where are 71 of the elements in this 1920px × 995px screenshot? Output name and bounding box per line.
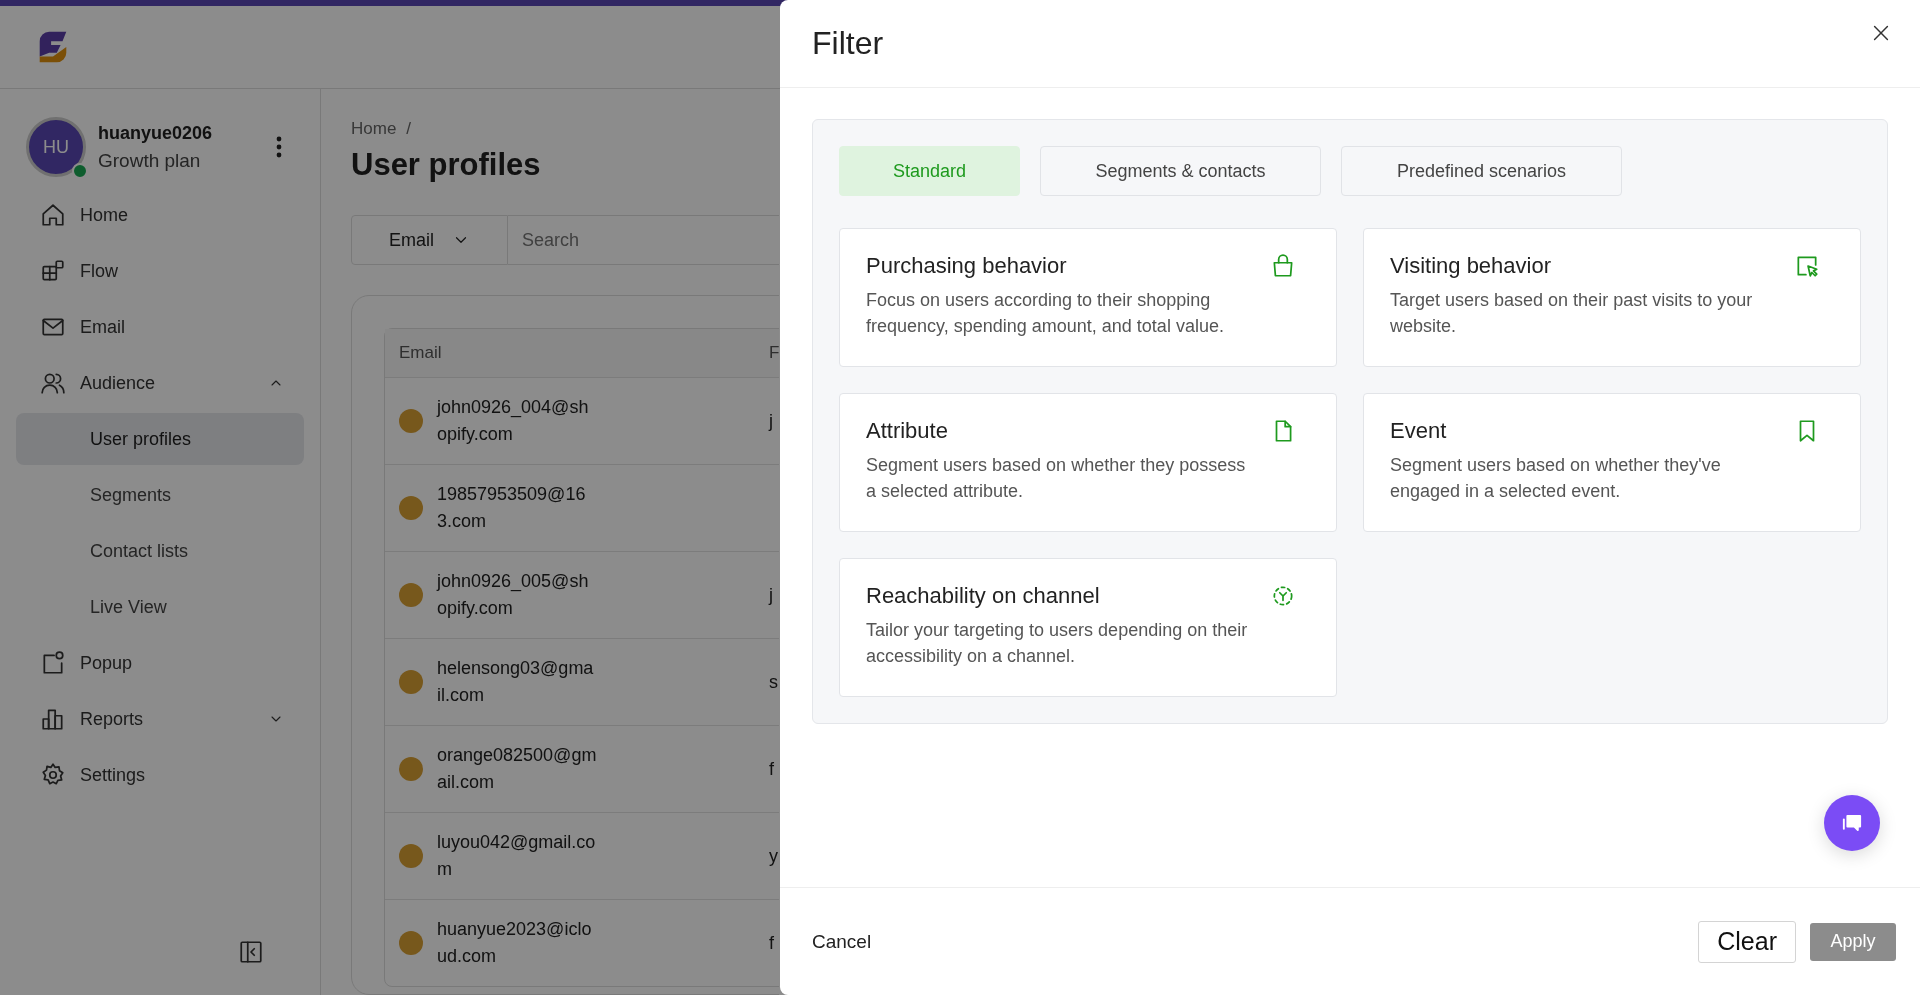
breadcrumb-separator: /	[406, 119, 412, 139]
drawer-title: Filter	[812, 25, 884, 62]
table-cell-text: orange082500@gmail.com	[437, 744, 597, 794]
tab[interactable]: Standard	[839, 146, 1020, 196]
user-name: huanyue0206	[98, 122, 214, 144]
card-description: Segment users based on whether they've engaged in a selected event.	[1390, 454, 1722, 503]
column-header: F	[768, 342, 779, 364]
nav-item[interactable]: Audience	[16, 355, 304, 411]
table-cell-text: luyou042@gmail.com	[437, 831, 597, 881]
cancel-button[interactable]: Cancel	[812, 930, 872, 953]
breadcrumb-link[interactable]: Home	[351, 119, 397, 139]
user-avatar	[399, 670, 423, 694]
nav-subitem[interactable]: Segments	[16, 469, 304, 521]
filter-option-card[interactable]: Attribute Segment users based on whether they possess a selected attribute.	[839, 393, 1337, 532]
user-avatar	[399, 409, 423, 433]
nav-subitem[interactable]: Live View	[16, 581, 304, 633]
column-header: Email	[398, 342, 443, 364]
cursor-icon	[1794, 253, 1820, 279]
filter-option-card[interactable]: Reachability on channel Tailor your targeting to users depending on their accessibility on a channel.	[839, 558, 1337, 697]
table-cell-text: john0926_004@shopify.com	[437, 396, 590, 446]
plan-name: Growth plan	[98, 149, 202, 172]
user-avatar	[399, 844, 423, 868]
card-description: Segment users based on whether they possess a selected attribute.	[866, 454, 1247, 503]
home-icon	[40, 202, 66, 228]
nav-subitem[interactable]: Contact lists	[16, 525, 304, 577]
card-description: Focus on users according to their shopping frequency, spending amount, and total value.	[866, 289, 1225, 338]
nav-item[interactable]: Home	[16, 187, 304, 243]
nav-item[interactable]: Reports	[16, 691, 304, 747]
nav-item[interactable]: Email	[16, 299, 304, 355]
field-select[interactable]: Email	[351, 215, 508, 265]
user-avatar	[399, 931, 423, 955]
table-cell-text: 19857953509@163.com	[437, 483, 587, 533]
nav-item[interactable]: Flow	[16, 243, 304, 299]
table-cell: j	[769, 410, 773, 432]
table-cell: f	[769, 932, 774, 954]
blocks-icon	[40, 258, 66, 284]
tab[interactable]: Segments & contacts	[1040, 146, 1321, 196]
table-cell: f	[769, 758, 774, 780]
search-field[interactable]: Search	[508, 215, 779, 265]
user-avatar: HU	[26, 117, 86, 177]
card-description: Tailor your targeting to users depending on their accessibility on a channel.	[866, 619, 1249, 668]
table-cell-text: huanyue2023@icloud.com	[437, 918, 593, 968]
table-cell: j	[769, 584, 773, 606]
clear-button[interactable]: Clear	[1698, 920, 1796, 963]
filter-option-card[interactable]: Visiting behavior Target users based on their past visits to your website.	[1363, 228, 1861, 367]
table-cell: s	[769, 671, 778, 693]
card-description: Target users based on their past visits to your website.	[1390, 289, 1754, 338]
page-title: User profiles	[351, 147, 542, 183]
user-avatar	[399, 496, 423, 520]
table-cell-text: john0926_005@shopify.com	[437, 570, 590, 620]
collapse-sidebar-icon	[238, 939, 264, 965]
card-title: Attribute	[866, 418, 949, 444]
card-title: Event	[1390, 418, 1448, 444]
tab[interactable]: Predefined scenarios	[1341, 146, 1622, 196]
bar-chart-icon	[40, 706, 66, 732]
user-avatar	[399, 757, 423, 781]
settings-icon	[40, 762, 66, 788]
chat-button[interactable]	[1824, 795, 1880, 851]
more-options-icon	[276, 136, 282, 158]
table-cell-text: helensong03@gmail.com	[437, 657, 595, 707]
nav-item[interactable]: Settings	[16, 747, 304, 803]
table-cell: y	[769, 845, 778, 867]
filter-option-card[interactable]: Purchasing behavior Focus on users according to their shopping frequency, spending amount, and total value.	[839, 228, 1337, 367]
nav-subitem[interactable]: User profiles	[16, 413, 304, 465]
popup-icon	[40, 650, 66, 676]
card-title: Reachability on channel	[866, 583, 1101, 609]
card-title: Purchasing behavior	[866, 253, 1068, 279]
nav-item[interactable]: Popup	[16, 635, 304, 691]
user-avatar	[399, 583, 423, 607]
filter-option-card[interactable]: Event Segment users based on whether they've engaged in a selected event.	[1363, 393, 1861, 532]
card-title: Visiting behavior	[1390, 253, 1553, 279]
